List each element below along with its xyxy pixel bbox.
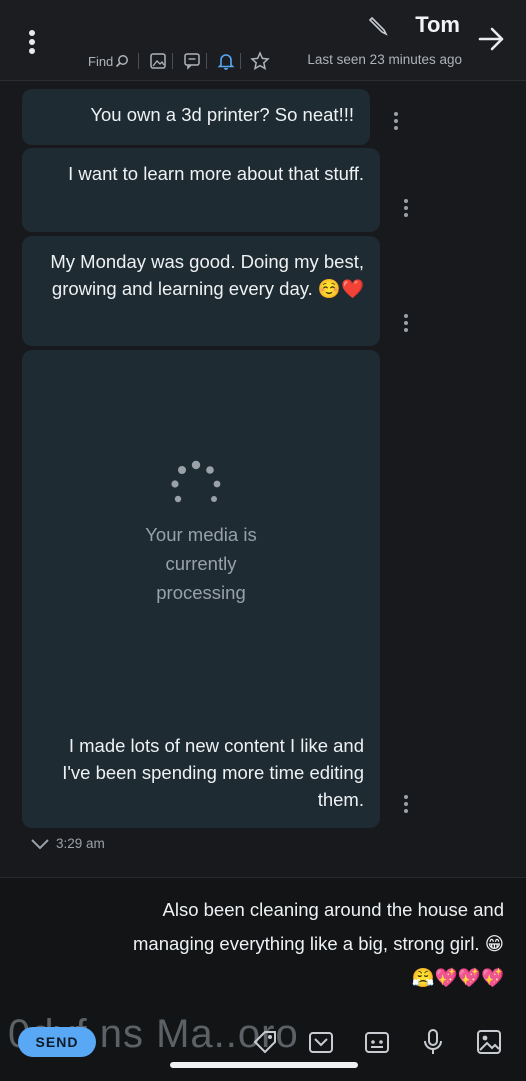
divider — [172, 53, 173, 69]
home-indicator[interactable] — [170, 1062, 358, 1068]
message-text: You own a 3d printer? So neat!!! — [90, 104, 354, 125]
back-arrow-icon[interactable] — [476, 24, 506, 54]
send-button[interactable]: SEND — [18, 1027, 96, 1057]
find-label: Find — [88, 53, 114, 69]
draft-line: 😤💖💖💖 — [411, 967, 504, 988]
message-bubble[interactable]: I made lots of new content I like and I'… — [22, 718, 380, 828]
gallery-icon[interactable] — [474, 1027, 504, 1057]
kebab-menu-icon[interactable] — [26, 28, 38, 56]
microphone-icon[interactable] — [418, 1027, 448, 1057]
tag-icon[interactable] — [250, 1027, 280, 1057]
spinner-icon — [171, 460, 221, 503]
divider — [240, 53, 241, 69]
contact-name[interactable]: Tom — [415, 12, 460, 38]
message-options-icon[interactable] — [402, 312, 410, 334]
message-text: I want to learn more about that stuff. — [68, 163, 364, 184]
message-timestamp: 3:29 am — [56, 836, 105, 851]
draft-line: managing everything like a big, strong g… — [133, 933, 504, 954]
message-bubble[interactable]: You own a 3d printer? So neat!!! — [22, 89, 370, 145]
divider — [138, 53, 139, 69]
bell-icon[interactable] — [216, 51, 236, 71]
last-seen-status: Last seen 23 minutes ago — [307, 52, 462, 67]
star-icon[interactable] — [250, 51, 270, 71]
media-placeholder[interactable]: Your media is currently processing — [22, 350, 380, 720]
chat-icon[interactable] — [182, 51, 202, 71]
pencil-icon[interactable] — [368, 14, 390, 36]
message-bubble[interactable]: I want to learn more about that stuff. — [22, 148, 380, 232]
card-icon[interactable] — [362, 1027, 392, 1057]
message-text: My Monday was good. Doing my best, growi… — [50, 251, 364, 299]
message-text: I made lots of new content I like and I'… — [62, 735, 364, 810]
message-bubble[interactable]: My Monday was good. Doing my best, growi… — [22, 236, 380, 346]
gif-icon[interactable] — [306, 1027, 336, 1057]
message-options-icon[interactable] — [392, 110, 400, 132]
draft-line: Also been cleaning around the house and — [162, 899, 505, 920]
search-icon — [116, 55, 129, 68]
image-icon[interactable] — [148, 51, 168, 71]
divider — [206, 53, 207, 69]
find-button[interactable]: Find — [88, 50, 129, 72]
message-options-icon[interactable] — [402, 197, 410, 219]
message-options-icon[interactable] — [402, 793, 410, 815]
chevron-down-icon[interactable] — [30, 837, 50, 851]
draft-message-input[interactable]: Also been cleaning around the house and … — [24, 893, 504, 995]
media-status-text: Your media is currently processing — [145, 524, 257, 603]
